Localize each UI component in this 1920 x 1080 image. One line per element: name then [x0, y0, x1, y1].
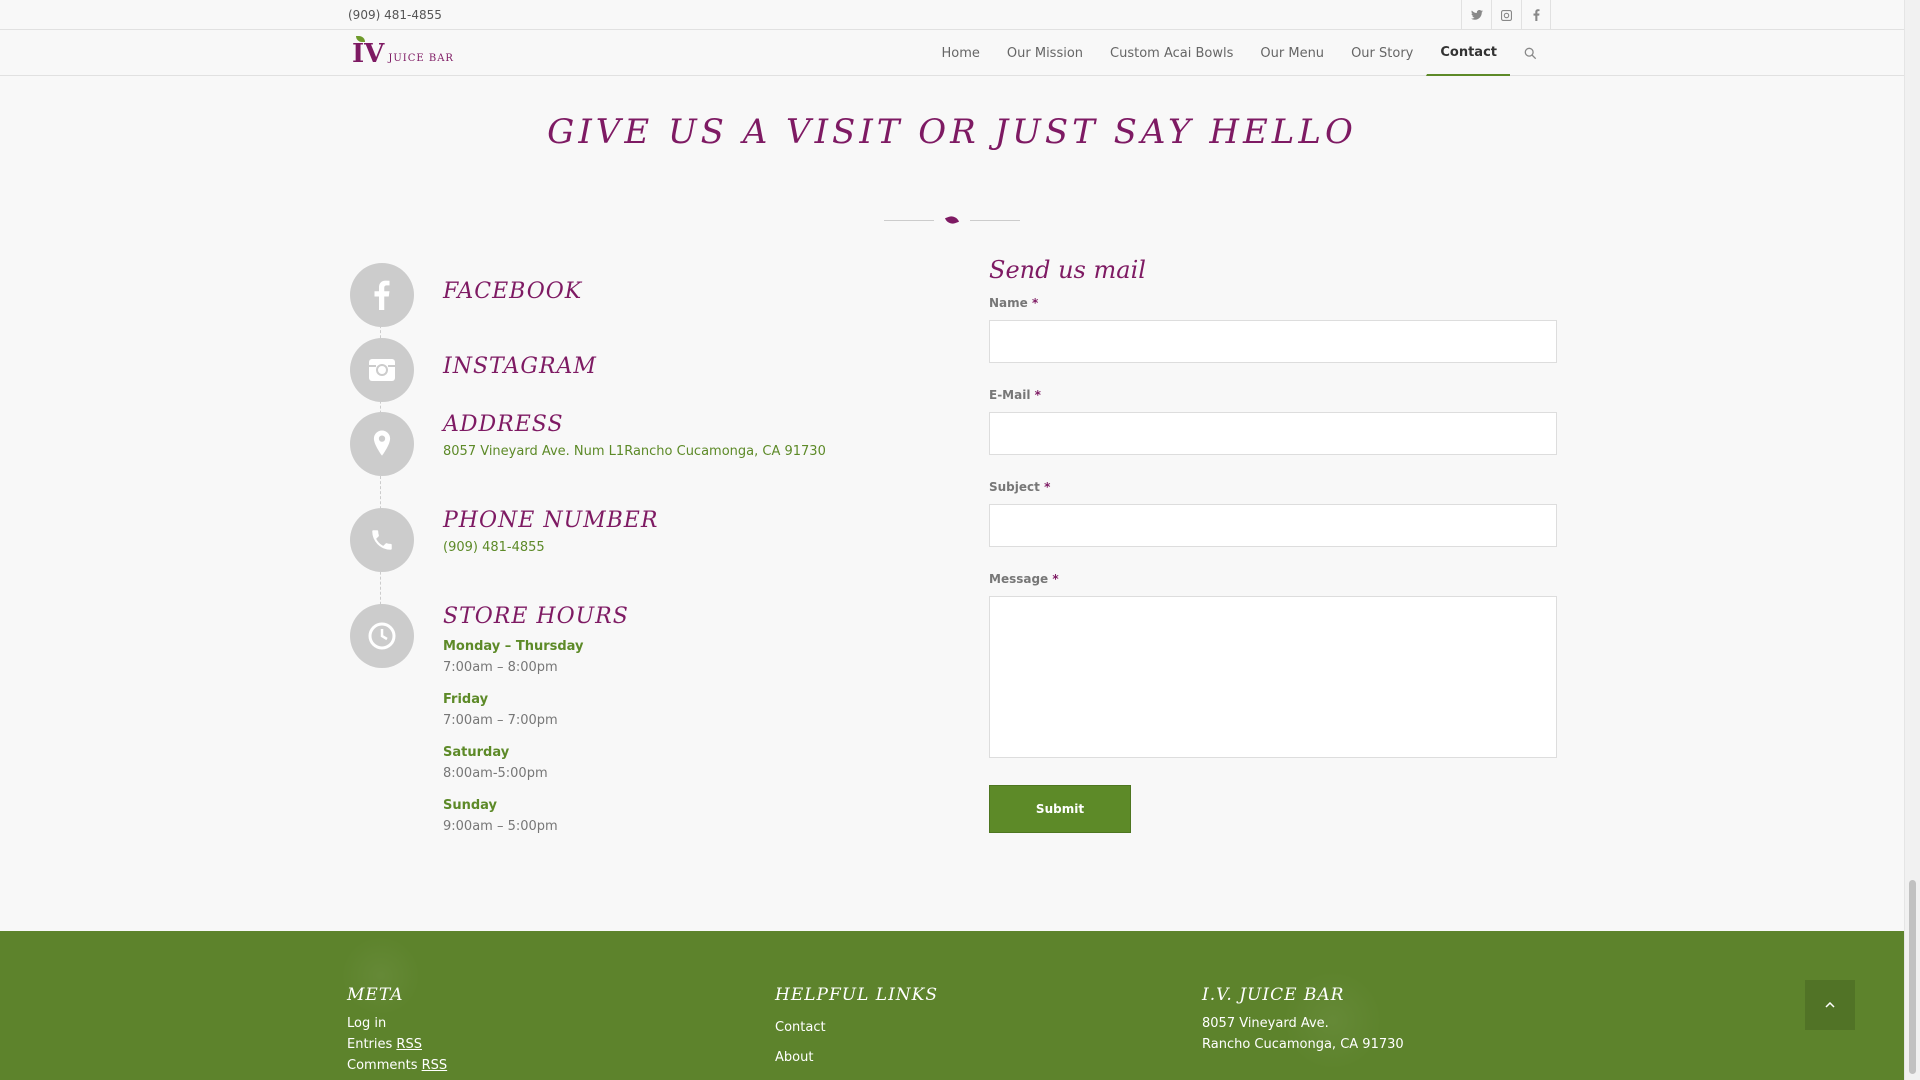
hours-day: Saturday	[443, 745, 510, 760]
social-links	[1461, 0, 1551, 30]
footer-meta: META Log in Entries RSS Comments RSS	[347, 985, 447, 1076]
instagram-title: INSTAGRAM	[443, 354, 597, 379]
site-footer: META Log in Entries RSS Comments RSS HEL…	[0, 931, 1904, 1080]
footer-helpful: HELPFUL LINKS Contact About	[775, 985, 938, 1073]
footer-business-title: I.V. JUICE BAR	[1202, 985, 1345, 1005]
submit-button[interactable]: Submit	[989, 785, 1131, 833]
footer-link-comments[interactable]: Comments RSS	[347, 1055, 447, 1076]
search-icon[interactable]	[1510, 30, 1550, 76]
facebook-icon[interactable]	[1521, 0, 1551, 30]
hours-day: Friday	[443, 692, 489, 707]
instagram-icon[interactable]	[1491, 0, 1521, 30]
footer-link-contact[interactable]: Contact	[775, 1013, 938, 1043]
logo-mark: IV	[352, 36, 384, 68]
footer-helpful-title: HELPFUL LINKS	[775, 985, 939, 1005]
store-hours-list: Monday – Thursday 7:00am – 8:00pm Friday…	[443, 636, 584, 848]
footer-meta-title: META	[347, 985, 404, 1005]
site-logo[interactable]: IV JUICE BAR	[352, 36, 454, 68]
address-text: 8057 Vineyard Ave. Num L1Rancho Cucamong…	[443, 444, 826, 459]
nav-our-mission[interactable]: Our Mission	[993, 30, 1096, 76]
hours-day: Monday – Thursday	[443, 639, 584, 654]
twitter-icon[interactable]	[1461, 0, 1491, 30]
facebook-circle-icon	[350, 263, 414, 327]
contact-form: Send us mail Name * E-Mail * Subject * M…	[989, 256, 1557, 833]
facebook-title: FACEBOOK	[443, 279, 583, 304]
email-label: E-Mail *	[989, 388, 1041, 402]
footer-link-entries[interactable]: Entries RSS	[347, 1034, 447, 1055]
phone-icon	[350, 508, 414, 572]
form-title: Send us mail	[989, 256, 1146, 284]
name-field[interactable]	[989, 320, 1557, 363]
footer-address-line2: Rancho Cucamonga, CA 91730	[1202, 1037, 1404, 1052]
section-title: GIVE US A VISIT OR JUST SAY HELLO	[547, 112, 1357, 152]
subject-label: Subject *	[989, 480, 1051, 494]
footer-link-about[interactable]: About	[775, 1043, 938, 1073]
name-label: Name *	[989, 296, 1039, 310]
nav-home[interactable]: Home	[928, 30, 993, 76]
footer-address-line1: 8057 Vineyard Ave.	[1202, 1016, 1329, 1031]
instagram-circle-icon	[350, 338, 414, 402]
nav-contact[interactable]: Contact	[1426, 30, 1510, 76]
hours-title: STORE HOURS	[443, 604, 629, 629]
top-bar: (909) 481-4855	[0, 0, 1904, 30]
hours-time: 9:00am – 5:00pm	[443, 819, 558, 834]
section-divider	[884, 214, 1020, 226]
address-title: ADDRESS	[443, 412, 564, 437]
message-label: Message *	[989, 572, 1059, 586]
main-nav: Home Our Mission Custom Acai Bowls Our M…	[928, 30, 1550, 76]
phone-title: PHONE NUMBER	[443, 508, 659, 533]
hours-day: Sunday	[443, 798, 498, 813]
footer-link-login[interactable]: Log in	[347, 1013, 447, 1034]
email-field[interactable]	[989, 412, 1557, 455]
top-phone: (909) 481-4855	[348, 8, 442, 22]
clock-icon	[350, 604, 414, 668]
logo-text: JUICE BAR	[388, 53, 454, 64]
hours-time: 7:00am – 8:00pm	[443, 660, 558, 675]
hours-time: 7:00am – 7:00pm	[443, 713, 558, 728]
chevron-up-icon	[1825, 1002, 1835, 1008]
hours-time: 8:00am-5:00pm	[443, 766, 548, 781]
location-pin-icon	[350, 412, 414, 476]
phone-text[interactable]: (909) 481-4855	[443, 540, 545, 555]
scrollbar-thumb[interactable]	[1909, 880, 1916, 1074]
scroll-to-top-button[interactable]	[1805, 980, 1855, 1030]
subject-field[interactable]	[989, 504, 1557, 547]
nav-our-menu[interactable]: Our Menu	[1246, 30, 1337, 76]
footer-business: I.V. JUICE BAR 8057 Vineyard Ave. Rancho…	[1202, 985, 1404, 1055]
main-header: IV JUICE BAR Home Our Mission Custom Aca…	[0, 30, 1904, 76]
nav-custom-acai-bowls[interactable]: Custom Acai Bowls	[1096, 30, 1246, 76]
page-scrollbar[interactable]	[1904, 0, 1920, 1080]
message-field[interactable]	[989, 596, 1557, 758]
leaf-icon	[944, 214, 960, 226]
nav-our-story[interactable]: Our Story	[1337, 30, 1426, 76]
